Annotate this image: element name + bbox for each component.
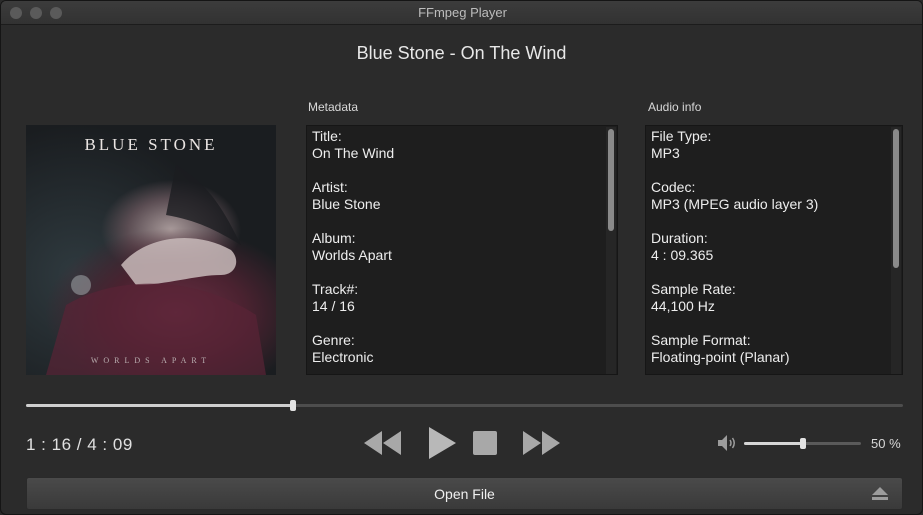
metadata-field: Album: Worlds Apart <box>312 230 392 263</box>
metadata-scroll-thumb[interactable] <box>608 129 614 232</box>
volume-slider[interactable] <box>744 438 861 449</box>
total-time: 4 : 09 <box>87 435 133 454</box>
player-window: FFmpeg Player Blue Stone - On The Wind B… <box>0 0 923 515</box>
cover-album-text: WORLDS APART <box>90 356 212 365</box>
audio-info-scrollbar[interactable] <box>891 127 901 374</box>
rewind-button[interactable] <box>363 426 403 465</box>
metadata-panel[interactable]: Title: On The Wind Artist: Blue Stone Albu… <box>306 125 618 375</box>
rewind-icon <box>364 431 401 455</box>
eject-icon <box>872 487 888 500</box>
seek-bar-handle[interactable] <box>290 400 297 411</box>
fast-forward-button[interactable] <box>522 426 562 465</box>
metadata-field: Track#: 14 / 16 <box>312 281 359 314</box>
metadata-field: Artist: Blue Stone <box>312 179 381 212</box>
metadata-field: Title: On The Wind <box>312 128 395 161</box>
seek-bar-progress <box>26 404 294 407</box>
audio-info-field: Codec: MP3 (MPEG audio layer 3) <box>651 179 819 212</box>
stop-button[interactable] <box>472 426 498 465</box>
audio-info-scroll-thumb[interactable] <box>893 129 899 269</box>
mute-button[interactable] <box>717 434 739 457</box>
title-bar: FFmpeg Player <box>1 1 922 25</box>
elapsed-time: 1 : 16 <box>26 435 72 454</box>
cover-artwork <box>46 165 266 375</box>
fast-forward-icon <box>523 431 560 455</box>
metadata-scrollbar[interactable] <box>606 127 616 374</box>
metadata-field: Genre: Electronic <box>312 332 374 365</box>
seek-bar[interactable] <box>26 400 903 411</box>
speaker-icon <box>718 435 735 451</box>
audio-info-panel[interactable]: File Type: MP3 Codec: MP3 (MPEG audio laye… <box>645 125 903 375</box>
audio-info-field: Sample Format: Floating-point (Planar) <box>651 332 790 365</box>
time-separator: / <box>76 435 83 454</box>
open-file-label: Open File <box>434 486 495 502</box>
cover-artist-text: BLUE STONE <box>84 135 218 154</box>
audio-info-field: Sample Rate: 44,100 Hz <box>651 281 736 314</box>
open-file-button[interactable]: Open File <box>26 477 903 510</box>
audio-info-label: Audio info <box>648 100 702 114</box>
now-playing-title: Blue Stone - On The Wind <box>356 43 567 63</box>
album-cover: BLUE STONE WORLDS APART <box>26 125 276 375</box>
play-button[interactable] <box>427 426 457 465</box>
volume-level <box>744 442 803 445</box>
play-icon <box>429 427 456 459</box>
audio-info-field: File Type: MP3 <box>651 128 712 161</box>
audio-info-field: Duration: 4 : 09.365 <box>651 230 714 263</box>
stop-icon <box>473 431 497 455</box>
playback-time: 1 : 16 / 4 : 09 <box>26 435 133 455</box>
window-title: FFmpeg Player <box>418 5 507 20</box>
volume-percent: 50 % <box>871 436 901 451</box>
metadata-label: Metadata <box>308 100 359 114</box>
volume-handle[interactable] <box>799 438 806 449</box>
